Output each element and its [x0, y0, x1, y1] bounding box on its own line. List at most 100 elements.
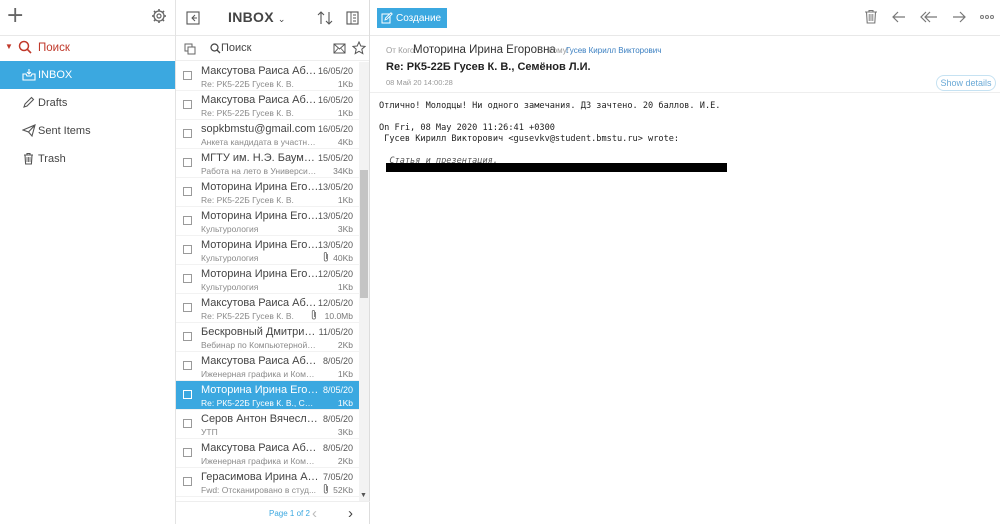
row-checkbox[interactable]	[183, 477, 192, 486]
row-size: 3Kb	[337, 224, 353, 234]
paperclip-icon	[323, 251, 328, 262]
row-size: 2Kb	[337, 456, 353, 466]
row-checkbox[interactable]	[183, 100, 192, 109]
message-row[interactable]: Моторина Ирина Егоро... 13/05/20 Культурол…	[176, 236, 360, 265]
new-folder-plus-icon[interactable]: +	[6, 5, 24, 27]
row-checkbox[interactable]	[183, 245, 192, 254]
row-sender: Герасимова Ирина Але...	[201, 471, 319, 483]
row-sender: Максутова Раиса Абдр...	[201, 355, 319, 367]
pagination: Page 1 of 2 ‹ ›	[176, 501, 370, 524]
row-sender: Максутова Раиса Абдр...	[201, 297, 319, 309]
row-subject: Иженерная графика и Компьют...	[201, 456, 317, 466]
sidebar-item-drafts[interactable]: Drafts	[0, 89, 175, 117]
row-sender: Максутова Раиса Абдр...	[201, 65, 319, 77]
recipient-name[interactable]: Гусев Кирилл Викторович	[566, 46, 661, 55]
row-sender: Моторина Ирина Егоро...	[201, 210, 319, 222]
message-row[interactable]: Герасимова Ирина Але... 7/05/20 Fwd: Отска…	[176, 468, 360, 497]
row-checkbox[interactable]	[183, 129, 192, 138]
row-subject: УТП	[201, 427, 218, 437]
row-sender: Серов Антон Вячеслав...	[201, 413, 319, 425]
paperclip-icon	[323, 483, 328, 494]
paper-plane-icon	[22, 124, 36, 137]
row-date: 16/05/20	[317, 95, 353, 105]
collapse-panel-icon[interactable]	[186, 11, 200, 25]
message-row[interactable]: Максутова Раиса Абдр... 16/05/20 Re: РК5-2…	[176, 91, 360, 120]
row-subject: Fwd: Отсканировано в студ...	[201, 485, 317, 495]
next-page-chevron-icon[interactable]: ›	[348, 505, 353, 522]
sidebar-toolbar: +	[0, 0, 175, 36]
list-scrollbar[interactable]: ▼	[359, 62, 369, 501]
gear-icon[interactable]	[151, 8, 167, 24]
row-checkbox[interactable]	[183, 390, 192, 399]
row-date: 8/05/20	[322, 443, 353, 453]
message-row[interactable]: Моторина Ирина Егоро... 13/05/20 Культурол…	[176, 207, 360, 236]
row-checkbox[interactable]	[183, 303, 192, 312]
row-checkbox[interactable]	[183, 448, 192, 457]
reading-pane-icon[interactable]	[346, 11, 359, 25]
sidebar-item-trash[interactable]: Trash	[0, 145, 175, 173]
select-all-icon[interactable]	[184, 43, 196, 55]
row-size: 2Kb	[337, 340, 353, 350]
message-row[interactable]: Максутова Раиса Абдр... 8/05/20 Иженерная …	[176, 352, 360, 381]
message-row[interactable]: Моторина Ирина Егоро... 13/05/20 Re: РК5-2…	[176, 178, 360, 207]
row-sender: Моторина Ирина Егоро...	[201, 239, 319, 251]
redacted-block	[386, 163, 727, 172]
row-checkbox[interactable]	[183, 71, 192, 80]
row-sender: МГТУ им. Н.Э. Баумана	[201, 152, 319, 164]
sidebar-item-inbox[interactable]: INBOX	[0, 61, 175, 89]
message-row[interactable]: Максутова Раиса Абдр... 12/05/20 Re: РК5-2…	[176, 294, 360, 323]
row-subject: Работа на лето в Университете	[201, 166, 317, 176]
row-checkbox[interactable]	[183, 216, 192, 225]
show-details-button[interactable]: Show details	[936, 75, 996, 91]
scrollbar-thumb[interactable]	[360, 170, 368, 298]
list-search-bar[interactable]: Поиск	[176, 36, 369, 61]
row-subject: Re: РК5-22Б Гусев К. В.	[201, 108, 294, 118]
row-size: 3Kb	[337, 427, 353, 437]
star-filter-icon[interactable]	[352, 41, 366, 55]
message-row[interactable]: sopkbmstu@gmail.com 16/05/20 Анкета кандид…	[176, 120, 360, 149]
row-subject: Вебинар по Компьютерной гра...	[201, 340, 317, 350]
message-row[interactable]: Серов Антон Вячеслав... 8/05/20 УТП 3Kb	[176, 410, 360, 439]
message-row[interactable]: Моторина Ирина Егоро... 12/05/20 Культурол…	[176, 265, 360, 294]
row-size: 1Kb	[337, 108, 353, 118]
row-date: 15/05/20	[317, 153, 353, 163]
prev-page-chevron-icon[interactable]: ‹	[312, 505, 317, 522]
sidebar-item-label: Drafts	[38, 97, 68, 109]
forward-arrow-icon[interactable]	[952, 11, 966, 23]
envelope-filter-icon[interactable]	[333, 43, 346, 54]
header-divider	[370, 92, 1000, 93]
row-checkbox[interactable]	[183, 332, 192, 341]
message-row[interactable]: Максутова Раиса Абдр... 16/05/20 Re: РК5-2…	[176, 62, 360, 91]
message-body: Отлично! Молодцы! Ни одного замечания. Д…	[379, 101, 720, 167]
row-date: 7/05/20	[322, 472, 353, 482]
message-row[interactable]: МГТУ им. Н.Э. Баумана 15/05/20 Работа на л…	[176, 149, 360, 178]
scroll-down-arrow-icon[interactable]: ▼	[360, 492, 367, 499]
delete-trash-icon[interactable]	[864, 9, 878, 24]
row-checkbox[interactable]	[183, 361, 192, 370]
row-subject: Re: РК5-22Б Гусев К. В.	[201, 311, 294, 321]
more-options-icon[interactable]	[980, 14, 994, 20]
row-checkbox[interactable]	[183, 158, 192, 167]
row-checkbox[interactable]	[183, 274, 192, 283]
message-row[interactable]: Максутова Раиса Абдр... 8/05/20 Иженерная …	[176, 439, 360, 468]
search-input[interactable]: Поиск	[221, 42, 251, 54]
row-checkbox[interactable]	[183, 419, 192, 428]
sender-name[interactable]: Моторина Ирина Егоровна	[413, 44, 556, 56]
expand-arrow-icon: ▼	[5, 42, 13, 51]
compose-button[interactable]: Создание	[377, 8, 448, 28]
reading-pane: Создание От Кого: Моторина Ирина Егоровн…	[370, 0, 1000, 524]
row-size: 40Kb	[333, 253, 353, 263]
message-row[interactable]: Моторина Ирина Егоро... 8/05/20 Re: РК5-22…	[176, 381, 360, 410]
folder-title-dropdown[interactable]: INBOX ⌄	[228, 9, 286, 25]
reply-all-arrow-icon[interactable]	[920, 11, 938, 23]
reply-arrow-icon[interactable]	[892, 11, 906, 23]
sort-icon[interactable]	[317, 11, 333, 25]
message-row[interactable]: Бескровный Дмитрий В... 11/05/20 Вебинар п…	[176, 323, 360, 352]
row-size: 1Kb	[337, 369, 353, 379]
sidebar-search-item[interactable]: ▼ Поиск	[0, 36, 175, 61]
chevron-down-icon: ⌄	[277, 14, 286, 24]
row-checkbox[interactable]	[183, 187, 192, 196]
row-subject: Re: РК5-22Б Гусев К. В., Семён...	[201, 398, 317, 408]
sidebar-item-sent[interactable]: Sent Items	[0, 117, 175, 145]
sidebar-item-label: Sent Items	[38, 125, 91, 137]
